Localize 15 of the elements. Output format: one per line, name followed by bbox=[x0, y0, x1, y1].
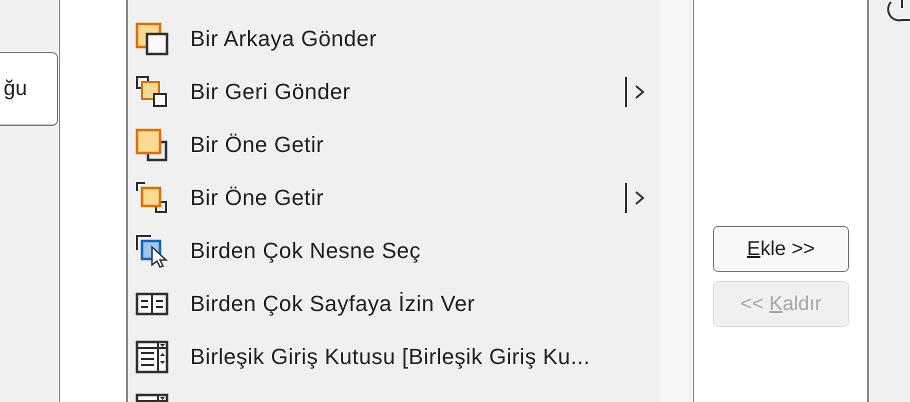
command-item[interactable]: Bir Öne Getir bbox=[190, 184, 624, 210]
command-item[interactable]: Bir Geri Gönder bbox=[190, 78, 624, 104]
option-button[interactable]: ğu bbox=[0, 52, 58, 126]
chevron-right-icon[interactable] bbox=[634, 84, 646, 100]
command-item[interactable]: Birden Çok Sayfaya İzin Ver bbox=[190, 290, 660, 316]
command-item[interactable]: Bir Öne Getir bbox=[190, 132, 660, 158]
command-item[interactable]: Birden Çok Nesne Seç bbox=[190, 238, 660, 264]
select-objects-icon bbox=[134, 232, 170, 268]
add-button[interactable]: Ekle >> bbox=[712, 226, 849, 272]
chevron-right-icon[interactable] bbox=[634, 190, 646, 206]
command-item[interactable]: Bir Arkaya Gönder bbox=[190, 26, 660, 52]
combo-box-icon bbox=[134, 338, 170, 374]
bring-forward-icon bbox=[134, 126, 170, 162]
command-item[interactable]: Birleşik Giriş Kutusu [Birleşik Giriş Ku... bbox=[190, 344, 660, 370]
send-backward-icon bbox=[134, 20, 170, 56]
